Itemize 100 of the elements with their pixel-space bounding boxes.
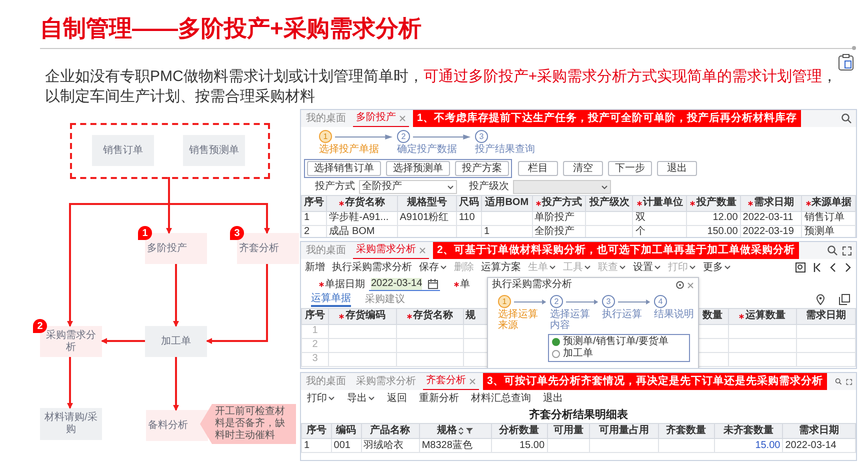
row-number: 2	[302, 338, 328, 352]
step-number: 2	[397, 130, 410, 143]
radio-option[interactable]: 加工单	[552, 348, 686, 360]
table-cell: 2022-03-19	[740, 225, 802, 237]
menu-item[interactable]: 运算方案	[481, 262, 521, 274]
callout-banner: 2、可基于订单做材料采购分析，也可选下加工单再基于加工单做采购分析	[433, 242, 799, 259]
column-header: 需求日期	[740, 196, 802, 211]
close-icon[interactable]	[469, 378, 476, 384]
help-icon[interactable]	[676, 281, 684, 289]
number-badge: 1	[138, 226, 152, 240]
fullscreen-icon[interactable]	[846, 376, 852, 386]
table-cell: 学步鞋-A91...	[326, 211, 398, 225]
step-label: 确定投产数据	[397, 144, 457, 156]
tab[interactable]: 采购建议	[365, 294, 405, 306]
caret-icon	[328, 396, 335, 401]
column-header: 分析数量	[491, 424, 548, 438]
flow-node: 材料请购/采购	[40, 408, 102, 440]
next-icon[interactable]	[844, 262, 852, 273]
flow-arrow	[173, 264, 179, 327]
menu-item[interactable]: 材料汇总查询	[471, 392, 531, 404]
close-icon[interactable]	[687, 282, 694, 288]
tab[interactable]: 采购需求分析	[353, 242, 429, 259]
table-cell: 001	[331, 438, 362, 452]
location-pin-icon[interactable]	[816, 294, 825, 305]
first-page-icon[interactable]	[813, 262, 822, 273]
menu-item[interactable]: 更多	[703, 262, 731, 274]
field-label: 单	[454, 278, 470, 290]
link[interactable]: 15.00	[714, 438, 783, 452]
number-badge: 3	[230, 226, 244, 240]
tab[interactable]: 齐套分析	[423, 373, 479, 390]
toolbar-button[interactable]: 栏目	[518, 161, 558, 176]
dropdown-field[interactable]: 全阶投产	[359, 180, 457, 194]
caret-icon	[601, 184, 608, 190]
table-cell: 羽绒哈衣	[361, 438, 420, 452]
menu-item[interactable]: 退出	[543, 392, 563, 404]
caret-icon	[619, 265, 626, 270]
table-cell: 预测单	[802, 225, 856, 237]
scan-icon[interactable]	[795, 262, 806, 273]
column-header: 来源单据	[802, 196, 856, 211]
menu-item[interactable]: 返回	[387, 392, 407, 404]
menu-item[interactable]: 新增	[305, 262, 325, 274]
table-cell: 2022-03-14	[782, 438, 856, 452]
fullscreen-icon[interactable]	[842, 246, 852, 256]
column-header: 运算数量	[728, 308, 796, 324]
slide-title: 自制管理——多阶投产+采购需求分析	[39, 14, 422, 42]
toolbar-button[interactable]: 选择销售订单	[307, 161, 381, 176]
flow-node: 销售预测单	[183, 135, 245, 166]
row-number: 1	[302, 324, 328, 338]
menu-item[interactable]: 导出	[347, 392, 375, 404]
column-header: 未齐套数量	[714, 424, 783, 438]
toolbar-button[interactable]: 清空	[563, 161, 603, 176]
search-icon[interactable]	[827, 245, 838, 256]
flow-node: 销售订单	[92, 135, 154, 166]
toolbar-button[interactable]: 退出	[657, 161, 697, 176]
caret-icon	[440, 265, 447, 270]
arrow-icon	[566, 298, 599, 304]
caret-icon	[447, 184, 454, 190]
column-header: 需求日期	[796, 308, 856, 324]
column-header: 序号	[302, 196, 327, 211]
table-cell: 15.00	[491, 438, 548, 452]
table-cell: A9101粉红	[397, 211, 456, 225]
toolbar-button[interactable]: 选择预测单	[386, 161, 450, 176]
step-number: 3	[602, 295, 615, 308]
report-title: 齐套分析结果明细表	[528, 408, 629, 423]
row-number: 3	[302, 352, 328, 366]
toolbar-button[interactable]: 投产方案	[455, 161, 509, 176]
menu-item[interactable]: 重新分析	[419, 392, 459, 404]
sort-filter-icon[interactable]	[458, 427, 474, 435]
column-header: 产品名称	[361, 424, 420, 438]
flow-arrow	[101, 338, 145, 344]
dialog-title: 执行采购需求分析	[492, 279, 572, 291]
step-label: 选择投产单据	[319, 144, 379, 156]
flow-arrow	[67, 357, 73, 409]
menu-item[interactable]: 打印	[307, 392, 335, 404]
menu-item[interactable]: 保存	[419, 262, 447, 274]
menu-item[interactable]: 设置	[633, 262, 661, 274]
caret-icon	[584, 265, 591, 270]
caret-icon	[724, 265, 731, 270]
column-header: 可用量占用	[590, 424, 658, 438]
column-header: 数量	[696, 308, 728, 324]
close-icon[interactable]	[419, 246, 426, 254]
search-icon[interactable]	[834, 376, 842, 387]
previous-icon[interactable]	[829, 262, 837, 273]
column-header: 适用BOM	[481, 196, 532, 211]
step-label: 结果说明	[654, 309, 695, 320]
calendar-icon[interactable]	[428, 279, 438, 289]
column-header: 尺码	[456, 196, 482, 211]
toolbar-button[interactable]: 下一步	[608, 161, 652, 176]
field-label: 单据日期	[319, 278, 365, 290]
menu-item[interactable]: 执行采购需求分析	[332, 262, 412, 274]
close-icon[interactable]	[399, 114, 406, 122]
flow-node: 加工单	[145, 326, 207, 357]
column-header: 编码	[331, 424, 362, 438]
step-label: 执行运算	[602, 309, 643, 320]
step-number: 1	[498, 295, 511, 308]
tab[interactable]: 多阶投产	[353, 110, 409, 127]
clipboard-icon[interactable]	[838, 54, 854, 71]
search-icon[interactable]	[841, 113, 852, 124]
copy-icon[interactable]	[839, 294, 850, 305]
column-header: 计量单位	[632, 196, 687, 211]
